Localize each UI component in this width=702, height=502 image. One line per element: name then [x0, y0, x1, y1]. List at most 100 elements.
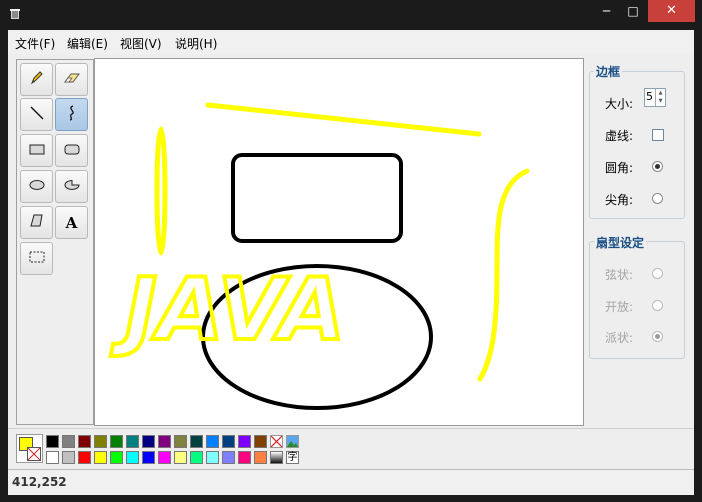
color-swatch[interactable]: [222, 435, 235, 448]
color-swatch[interactable]: [190, 435, 203, 448]
pie-radio[interactable]: [652, 331, 663, 342]
open-radio[interactable]: [652, 300, 663, 311]
size-label: 大小:: [605, 97, 634, 111]
background-color[interactable]: [27, 447, 41, 461]
menu-edit[interactable]: 编辑(E): [67, 35, 108, 52]
dashed-label: 虚线:: [605, 129, 634, 143]
toolbox: A: [16, 59, 94, 425]
color-swatch[interactable]: [190, 451, 203, 464]
color-swatch[interactable]: [238, 451, 251, 464]
current-colors[interactable]: [16, 434, 43, 463]
dashed-checkbox[interactable]: [652, 129, 664, 141]
size-spinner-value: 5: [646, 90, 653, 103]
line-icon: [29, 105, 45, 124]
color-swatch[interactable]: [174, 435, 187, 448]
color-swatch[interactable]: [46, 435, 59, 448]
color-swatch[interactable]: [126, 451, 139, 464]
yellow-line: [205, 102, 482, 137]
color-swatch[interactable]: [78, 435, 91, 448]
round-radio[interactable]: [652, 161, 663, 172]
color-swatch[interactable]: [158, 451, 171, 464]
polygon-icon: [28, 213, 46, 232]
menu-view[interactable]: 视图(V): [120, 35, 162, 52]
pie-icon: [63, 178, 81, 195]
black-rounded-rectangle: [231, 153, 403, 243]
text-swatch[interactable]: 字: [286, 451, 299, 464]
border-group: [589, 71, 685, 219]
color-swatch[interactable]: [110, 451, 123, 464]
rounded-rectangle-tool[interactable]: [55, 134, 88, 167]
chord-label: 弦状:: [605, 268, 634, 282]
maximize-button[interactable]: □: [620, 0, 646, 22]
no-fill-icon: [270, 435, 283, 448]
menu-file[interactable]: 文件(F): [15, 35, 55, 52]
text-tool[interactable]: A: [55, 206, 88, 239]
options-panel: 边框 大小: 5 ▲ ▼ 虚线: 圆角: 尖角: 扇型设定 弦状: 开放: 派状…: [589, 59, 689, 425]
pencil-tool[interactable]: [20, 63, 53, 96]
color-swatch[interactable]: [126, 435, 139, 448]
no-fill-swatch[interactable]: [270, 435, 283, 448]
app-icon: [9, 8, 21, 20]
yellow-ellipse: [154, 126, 168, 256]
fan-group: [589, 241, 685, 359]
menu-help[interactable]: 说明(H): [175, 35, 217, 52]
color-swatch[interactable]: [254, 451, 267, 464]
yellow-curve: [477, 168, 530, 382]
no-color-icon: [27, 447, 41, 461]
color-swatch[interactable]: [158, 435, 171, 448]
sharp-label: 尖角:: [605, 193, 634, 207]
title-bar: ─ □ ✕: [0, 0, 702, 30]
client-area: A JAVA 边框 大小: 5 ▲ ▼ 虚线: 圆角: 尖角: 扇型设定 弦状:…: [8, 54, 694, 470]
spinner-up-icon[interactable]: ▲: [656, 89, 665, 97]
curve-tool[interactable]: [55, 98, 88, 131]
select-tool[interactable]: [20, 242, 53, 275]
open-label: 开放:: [605, 300, 634, 314]
polygon-tool[interactable]: [20, 206, 53, 239]
select-icon: [28, 250, 46, 267]
chord-radio[interactable]: [652, 268, 663, 279]
color-swatch[interactable]: [78, 451, 91, 464]
ellipse-tool[interactable]: [20, 170, 53, 203]
color-swatch[interactable]: [206, 451, 219, 464]
spinner-down-icon[interactable]: ▼: [656, 97, 665, 105]
image-swatch[interactable]: [286, 435, 299, 448]
color-swatch[interactable]: [206, 435, 219, 448]
color-swatch[interactable]: [174, 451, 187, 464]
color-swatch[interactable]: [254, 435, 267, 448]
color-swatch[interactable]: [46, 451, 59, 464]
rectangle-tool[interactable]: [20, 134, 53, 167]
color-swatch[interactable]: [110, 435, 123, 448]
color-swatch[interactable]: [142, 451, 155, 464]
fan-group-title: 扇型设定: [594, 234, 647, 251]
color-swatch[interactable]: [62, 451, 75, 464]
ellipse-icon: [28, 178, 46, 195]
rectangle-icon: [28, 142, 46, 159]
gradient-swatch[interactable]: [270, 451, 283, 464]
cursor-coordinates: 412,252: [12, 475, 67, 489]
eraser-icon: [63, 71, 81, 88]
eraser-tool[interactable]: [55, 63, 88, 96]
status-bar: 412,252: [8, 469, 694, 495]
menu-bar: 文件(F) 编辑(E) 视图(V) 说明(H): [8, 30, 694, 54]
color-swatch[interactable]: [62, 435, 75, 448]
color-swatch[interactable]: [94, 451, 107, 464]
color-swatch[interactable]: [222, 451, 235, 464]
text-tool-icon: A: [65, 213, 78, 232]
java-text: JAVA: [110, 260, 345, 360]
size-spinner[interactable]: 5 ▲ ▼: [644, 88, 666, 107]
minimize-button[interactable]: ─: [593, 0, 620, 22]
close-button[interactable]: ✕: [648, 0, 695, 22]
pie-label: 派状:: [605, 331, 634, 345]
line-tool[interactable]: [20, 98, 53, 131]
color-swatch[interactable]: [142, 435, 155, 448]
color-palette: 字: [8, 428, 694, 470]
color-swatch[interactable]: [94, 435, 107, 448]
spinner-arrows[interactable]: ▲ ▼: [655, 89, 665, 106]
rounded-rectangle-icon: [63, 142, 81, 159]
picture-icon: [287, 436, 298, 447]
pie-tool[interactable]: [55, 170, 88, 203]
drawing-canvas[interactable]: JAVA: [94, 58, 584, 426]
border-group-title: 边框: [594, 63, 623, 80]
color-swatch[interactable]: [238, 435, 251, 448]
sharp-radio[interactable]: [652, 193, 663, 204]
